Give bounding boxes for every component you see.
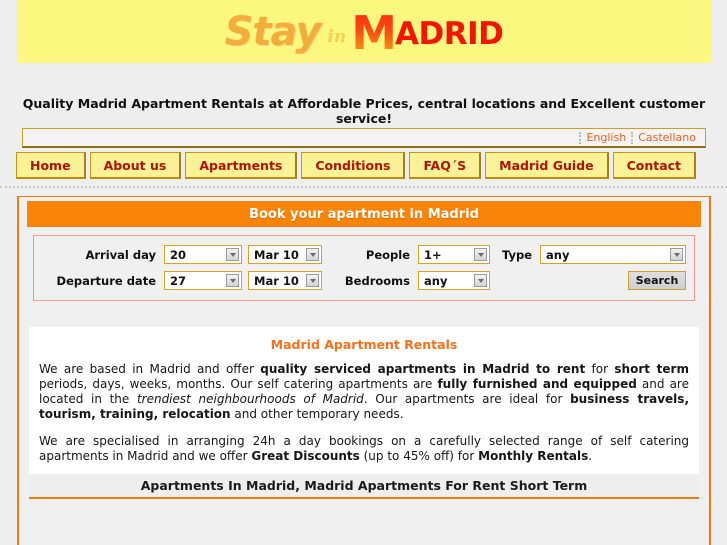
- p1-t2: for: [585, 362, 615, 376]
- departure-month-value: Mar 10: [254, 273, 299, 288]
- p1-b1: quality serviced apartments in Madrid to…: [260, 362, 586, 376]
- language-bar: English Castellano: [22, 128, 706, 148]
- type-label: Type: [501, 247, 532, 262]
- chevron-down-icon[interactable]: [474, 248, 487, 261]
- language-link-english[interactable]: English: [581, 131, 631, 144]
- departure-month-select[interactable]: Mar 10: [248, 271, 322, 290]
- booking-panel-title: Book your apartment in Madrid: [27, 201, 701, 227]
- p1-i1: trendiest neighbourhoods of Madrid: [136, 392, 364, 406]
- logo-m-letter: M: [351, 5, 397, 60]
- site-tagline: Quality Madrid Apartment Rentals at Affo…: [22, 96, 706, 126]
- chevron-down-icon[interactable]: [226, 274, 239, 287]
- p1-t6: and other temporary needs.: [230, 407, 404, 421]
- language-link-castellano[interactable]: Castellano: [633, 131, 701, 144]
- bedrooms-select[interactable]: any: [418, 271, 490, 290]
- logo-in-text: in: [327, 26, 347, 47]
- nav-item-apartments[interactable]: Apartments: [185, 152, 298, 179]
- nav-item-conditions[interactable]: Conditions: [301, 152, 406, 179]
- chevron-down-icon[interactable]: [474, 274, 487, 287]
- p2-t3: .: [588, 449, 593, 463]
- type-value: any: [546, 247, 570, 262]
- site-logo[interactable]: Stay in M ADRID: [17, 0, 711, 63]
- bedrooms-label: Bedrooms: [344, 273, 410, 288]
- people-select[interactable]: 1+: [418, 245, 490, 264]
- nav-item-home[interactable]: Home: [16, 152, 86, 179]
- p1-b3: fully furnished and equipped: [437, 377, 637, 391]
- p1-t5: . Our apartments are ideal for: [363, 392, 571, 406]
- search-button[interactable]: Search: [628, 271, 686, 290]
- people-label: People: [365, 247, 410, 262]
- article-paragraph-1: We are based in Madrid and offer quality…: [39, 362, 689, 422]
- arrival-day-select[interactable]: 20: [164, 245, 242, 264]
- people-value: 1+: [424, 247, 442, 262]
- arrival-day-value: 20: [170, 247, 187, 262]
- nav-item-about-us[interactable]: About us: [89, 152, 182, 179]
- arrival-day-label: Arrival day: [85, 247, 156, 262]
- nav-item-faqs[interactable]: FAQ´S: [409, 152, 482, 179]
- departure-day-select[interactable]: 27: [164, 271, 242, 290]
- page-root: Stay in M ADRID Quality Madrid Apartment…: [0, 0, 727, 545]
- logo-adrid-text: ADRID: [395, 16, 504, 52]
- nav-item-madrid-guide[interactable]: Madrid Guide: [485, 152, 609, 179]
- article-title: Madrid Apartment Rentals: [270, 337, 458, 352]
- arrival-month-select[interactable]: Mar 10: [248, 245, 322, 264]
- main-navigation: Home About us Apartments Conditions FAQ´…: [16, 152, 712, 179]
- chevron-down-icon[interactable]: [226, 248, 239, 261]
- p2-t2: (up to 45% off) for: [359, 449, 479, 463]
- article-paragraph-2: We are specialised in arranging 24h a da…: [39, 434, 689, 464]
- chevron-down-icon[interactable]: [306, 248, 319, 261]
- header-banner: Stay in M ADRID: [17, 0, 711, 63]
- bedrooms-value: any: [424, 273, 448, 288]
- nav-item-contact[interactable]: Contact: [612, 152, 697, 179]
- section-subheading: Apartments In Madrid, Madrid Apartments …: [29, 474, 699, 499]
- booking-form-row-arrival: Arrival day 20 Mar 10 People 1+ Type any: [42, 243, 686, 266]
- booking-form-row-departure: Departure date 27 Mar 10 Bedrooms any Se…: [42, 269, 686, 292]
- chevron-down-icon[interactable]: [670, 248, 683, 261]
- p2-b2: Monthly Rentals: [478, 449, 589, 463]
- nav-divider: [0, 186, 727, 188]
- chevron-down-icon[interactable]: [306, 274, 319, 287]
- arrival-month-value: Mar 10: [254, 247, 299, 262]
- p1-t3: periods, days, weeks, months. Our self c…: [39, 377, 438, 391]
- article-block: Madrid Apartment Rentals We are based in…: [29, 327, 699, 474]
- p1-b2: short term: [614, 362, 689, 376]
- departure-date-label: Departure date: [56, 273, 156, 288]
- p1-t1: We are based in Madrid and offer: [39, 362, 261, 376]
- p2-b1: Great Discounts: [251, 449, 360, 463]
- main-container: Book your apartment in Madrid Arrival da…: [17, 196, 711, 545]
- booking-form: Arrival day 20 Mar 10 People 1+ Type any: [33, 235, 695, 301]
- departure-day-value: 27: [170, 273, 187, 288]
- type-select[interactable]: any: [540, 245, 686, 264]
- logo-stay-text: Stay: [224, 8, 322, 55]
